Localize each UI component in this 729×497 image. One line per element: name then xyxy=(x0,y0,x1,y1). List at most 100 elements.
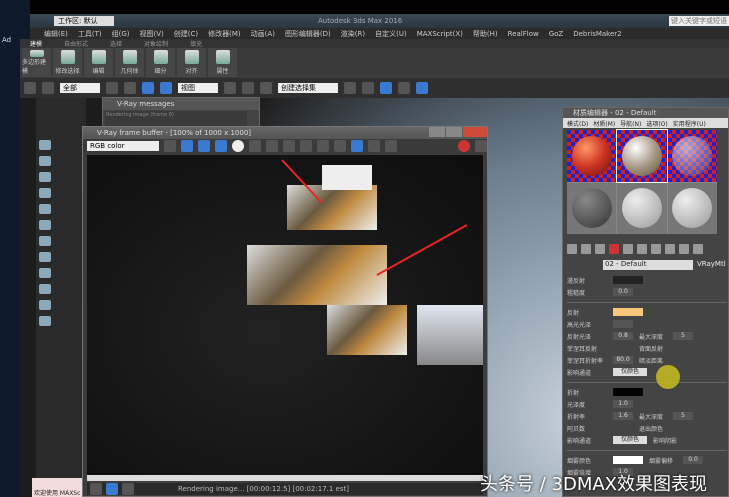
channel-dropdown[interactable]: RGB color xyxy=(87,141,159,151)
glossiness-spinner[interactable]: 1.0 xyxy=(613,400,633,408)
delete-icon[interactable] xyxy=(609,244,619,254)
reference-coord-dropdown[interactable]: 视图 xyxy=(178,83,218,93)
status-icon[interactable] xyxy=(122,483,134,495)
select-object-icon[interactable] xyxy=(106,82,118,94)
unique-icon[interactable] xyxy=(637,244,647,254)
menu-item[interactable]: 工具(T) xyxy=(78,29,102,39)
search-input[interactable]: 键入关键字或短语 xyxy=(669,16,729,26)
material-editor-icon[interactable] xyxy=(380,82,392,94)
pointer-icon[interactable] xyxy=(124,82,136,94)
pivot-icon[interactable] xyxy=(224,82,236,94)
fresnel-checkbox[interactable]: 菲涅耳反射 xyxy=(567,344,613,353)
material-editor-title[interactable]: 材质编辑器 - 02 - Default xyxy=(563,108,728,118)
angle-snap-icon[interactable] xyxy=(260,82,272,94)
menu-item[interactable]: 帮助(H) xyxy=(473,29,498,39)
maxscript-listener[interactable]: 欢迎使用 MAXSc xyxy=(32,478,82,497)
save-icon[interactable] xyxy=(266,140,278,152)
rotate-icon[interactable] xyxy=(160,82,172,94)
put-material-icon[interactable] xyxy=(581,244,591,254)
align-icon[interactable] xyxy=(362,82,374,94)
menu-item[interactable]: 组(G) xyxy=(112,29,130,39)
tool-icon[interactable] xyxy=(39,220,51,230)
menu-item[interactable]: 视图(V) xyxy=(140,29,164,39)
render-last-icon[interactable] xyxy=(368,140,380,152)
folder-icon[interactable] xyxy=(283,140,295,152)
ribbon-button[interactable]: 属性 xyxy=(208,48,237,77)
blue-channel-icon[interactable] xyxy=(215,140,227,152)
history-icon[interactable] xyxy=(334,140,346,152)
menu-item[interactable]: 实用程序(U) xyxy=(673,119,706,128)
menu-item[interactable]: 修改器(M) xyxy=(208,29,241,39)
green-channel-icon[interactable] xyxy=(198,140,210,152)
ribbon-button[interactable]: 对齐 xyxy=(177,48,206,77)
menu-item[interactable]: 模式(D) xyxy=(567,119,588,128)
show-map-icon[interactable] xyxy=(679,244,689,254)
menu-item[interactable]: 渲染(R) xyxy=(341,29,365,39)
fog-bias-spinner[interactable]: 0.0 xyxy=(683,456,703,464)
copy-icon[interactable] xyxy=(317,140,329,152)
maximize-button[interactable] xyxy=(446,127,462,137)
unlink-icon[interactable] xyxy=(42,82,54,94)
menu-item[interactable]: 动画(A) xyxy=(251,29,275,39)
ribbon-tab[interactable]: 填充 xyxy=(190,39,202,48)
material-slot[interactable] xyxy=(617,182,667,234)
menu-item[interactable]: 导航(N) xyxy=(620,119,641,128)
clear-icon[interactable] xyxy=(300,140,312,152)
affect-shadows-checkbox[interactable]: 影响阴影 xyxy=(653,436,687,445)
menu-item[interactable]: 材质(M) xyxy=(593,119,615,128)
back-reflect-checkbox[interactable]: 背面反射 xyxy=(639,344,673,353)
tool-icon[interactable] xyxy=(39,188,51,198)
workspace-dropdown[interactable]: 工作区: 默认 xyxy=(54,16,114,26)
tool-icon[interactable] xyxy=(39,284,51,294)
alpha-icon[interactable] xyxy=(232,140,244,152)
mirror-icon[interactable] xyxy=(344,82,356,94)
menu-item[interactable]: 选项(O) xyxy=(646,119,667,128)
ribbon-tab[interactable]: 建模 xyxy=(30,39,42,48)
menu-item[interactable]: 自定义(U) xyxy=(375,29,407,39)
color-icon[interactable] xyxy=(164,140,176,152)
status-icon[interactable] xyxy=(90,483,102,495)
refract-swatch[interactable] xyxy=(613,388,643,396)
ribbon-button[interactable]: 编辑 xyxy=(84,48,113,77)
tool-icon[interactable] xyxy=(39,156,51,166)
hilight-gloss-spinner[interactable] xyxy=(613,320,633,328)
refl-gloss-spinner[interactable]: 0.8 xyxy=(613,332,633,340)
tool-icon[interactable] xyxy=(39,252,51,262)
menu-item[interactable]: 创建(C) xyxy=(174,29,198,39)
assign-material-icon[interactable] xyxy=(595,244,605,254)
tool-icon[interactable] xyxy=(39,268,51,278)
effects-channel-icon[interactable] xyxy=(665,244,675,254)
display-icon[interactable] xyxy=(385,140,397,152)
mono-icon[interactable] xyxy=(249,140,261,152)
vfb-titlebar[interactable]: V-Ray frame buffer - [100% of 1000 x 100… xyxy=(83,127,487,139)
tool-icon[interactable] xyxy=(39,236,51,246)
ribbon-tab[interactable]: 自由形式 xyxy=(64,39,88,48)
menu-item[interactable]: 图形编辑器(D) xyxy=(285,29,331,39)
region-render-icon[interactable] xyxy=(351,140,363,152)
settings-icon[interactable] xyxy=(475,140,487,152)
max-depth-spinner[interactable]: 5 xyxy=(673,332,693,340)
close-button[interactable] xyxy=(463,127,487,137)
ribbon-button[interactable]: 细分 xyxy=(146,48,175,77)
material-name-field[interactable]: 02 - Default xyxy=(603,260,693,270)
menu-item[interactable]: DebrisMaker2 xyxy=(573,30,621,38)
material-type-button[interactable]: VRayMtl xyxy=(697,260,726,268)
ribbon-tab[interactable]: 对象绘制 xyxy=(144,39,168,48)
go-parent-icon[interactable] xyxy=(693,244,703,254)
menu-item[interactable]: MAXScript(X) xyxy=(417,30,463,38)
render-setup-icon[interactable] xyxy=(398,82,410,94)
red-channel-icon[interactable] xyxy=(181,140,193,152)
menu-item[interactable]: RealFlow xyxy=(508,30,539,38)
ribbon-tab[interactable]: 选择 xyxy=(110,39,122,48)
move-icon[interactable] xyxy=(142,82,154,94)
fresnel-ior-spinner[interactable]: 80.0 xyxy=(613,356,633,364)
link-icon[interactable] xyxy=(24,82,36,94)
reflect-swatch[interactable] xyxy=(613,308,643,316)
material-slot[interactable] xyxy=(567,130,617,182)
vray-messages-title[interactable]: V-Ray messages xyxy=(103,98,259,110)
refr-max-depth-spinner[interactable]: 5 xyxy=(673,412,693,420)
material-slot[interactable] xyxy=(667,182,717,234)
minimize-button[interactable] xyxy=(429,127,445,137)
ior-spinner[interactable]: 1.6 xyxy=(613,412,633,420)
menu-item[interactable]: GoZ xyxy=(549,30,564,38)
